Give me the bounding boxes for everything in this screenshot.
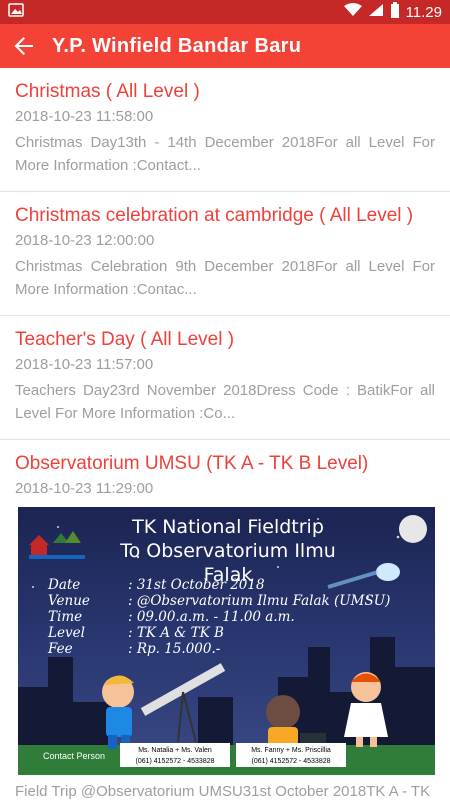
- poster-row-level: Level : TK A & TK B: [48, 625, 224, 641]
- contact-names: Ms. Natalia + Ms. Valen: [138, 747, 212, 754]
- poster-row-key: Venue: [48, 593, 90, 609]
- status-bar: 11.29: [0, 0, 450, 24]
- post-excerpt: Christmas Day13th - 14th December 2018Fo…: [15, 134, 435, 174]
- back-button[interactable]: [6, 28, 42, 64]
- poster-row-value: : TK A & TK B: [128, 625, 224, 641]
- post-title: Observatorium UMSU (TK A - TK B Level): [15, 453, 369, 474]
- list-item[interactable]: Observatorium UMSU (TK A - TK B Level) 2…: [0, 440, 450, 800]
- post-title: Christmas celebration at cambridge ( All…: [15, 205, 414, 226]
- contact-box: Ms. Natalia + Ms. Valen (061) 4152572 - …: [120, 743, 230, 767]
- list-item[interactable]: Teacher's Day ( All Level ) 2018-10-23 1…: [0, 316, 450, 440]
- poster-row-venue: Venue : @Observatorium Ilmu Falak (UMSU): [48, 593, 390, 609]
- signal-icon: [368, 3, 384, 21]
- contact-phone: (061) 4152572 - 4533828: [251, 758, 331, 765]
- battery-icon: [390, 2, 400, 22]
- poster-contacts: Contact Person Ms. Natalia + Ms. Valen (…: [18, 741, 435, 771]
- poster-heading-line1: TK National Fieldtrip: [132, 516, 324, 538]
- school-logo: [25, 525, 91, 561]
- poster-row-key: Level: [48, 625, 85, 641]
- image-notification-icon: [8, 3, 24, 21]
- poster-row-value: : 09.00.a.m. - 11.00 a.m.: [128, 609, 295, 625]
- poster-row-key: Time: [48, 609, 83, 625]
- status-right: 11.29: [343, 2, 442, 22]
- poster-row-value: : Rp. 15.000.-: [128, 641, 221, 657]
- post-excerpt: Field Trip @Observatorium UMSU31st Octob…: [15, 783, 431, 800]
- contact-phone: (061) 4152572 - 4533828: [135, 758, 215, 765]
- contact-label: Contact Person: [43, 751, 106, 761]
- back-arrow-icon: [14, 37, 33, 55]
- page-title: Y.P. Winfield Bandar Baru: [52, 34, 302, 57]
- poster-row-value: : @Observatorium Ilmu Falak (UMSU): [128, 593, 391, 609]
- post-title: Christmas ( All Level ): [15, 81, 200, 102]
- contact-box: Ms. Fanny + Ms. Priscillia (061) 4152572…: [236, 743, 346, 767]
- post-date: 2018-10-23 11:57:00: [15, 356, 154, 373]
- post-excerpt: Christmas Celebration 9th December 2018F…: [15, 258, 435, 298]
- post-date: 2018-10-23 12:00:00: [15, 232, 155, 249]
- status-time: 11.29: [405, 3, 442, 21]
- post-title: Teacher's Day ( All Level ): [15, 329, 235, 350]
- poster-row-key: Date: [48, 577, 81, 593]
- app-bar: Y.P. Winfield Bandar Baru: [0, 24, 450, 68]
- post-excerpt: Teachers Day23rd November 2018Dress Code…: [15, 382, 435, 422]
- poster-row-date: Date : 31st October 2018: [48, 577, 265, 593]
- status-left: [8, 3, 24, 21]
- list-item[interactable]: Christmas ( All Level ) 2018-10-23 11:58…: [0, 68, 450, 192]
- wifi-icon: [343, 3, 362, 21]
- poster-row-time: Time : 09.00.a.m. - 11.00 a.m.: [48, 609, 295, 625]
- poster-row-value: : 31st October 2018: [128, 577, 265, 593]
- poster-row-fee: Fee : Rp. 15.000.-: [48, 641, 220, 657]
- post-date: 2018-10-23 11:29:00: [15, 480, 154, 497]
- contact-names: Ms. Fanny + Ms. Priscillia: [251, 747, 331, 754]
- poster-row-key: Fee: [48, 641, 73, 657]
- post-list[interactable]: Christmas ( All Level ) 2018-10-23 11:58…: [0, 68, 450, 800]
- list-item[interactable]: Christmas celebration at cambridge ( All…: [0, 192, 450, 316]
- post-date: 2018-10-23 11:58:00: [15, 108, 154, 125]
- post-image[interactable]: TK National Fieldtrip To Observatorium I…: [18, 507, 435, 775]
